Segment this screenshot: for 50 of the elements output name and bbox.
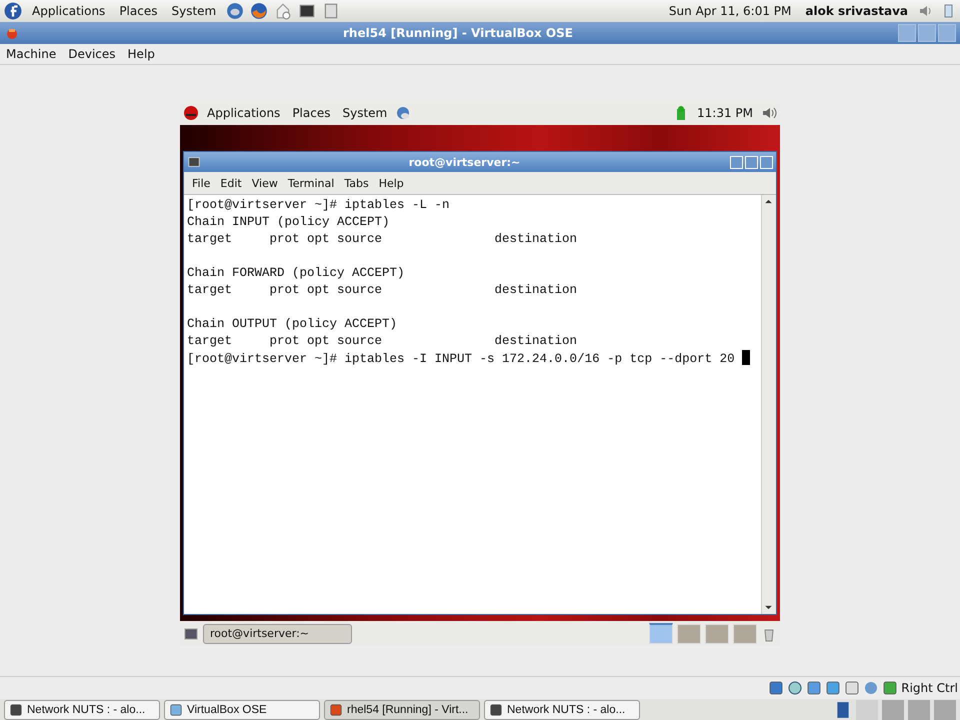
menu-item[interactable]: Help [124, 47, 159, 61]
taskbar-button[interactable]: VirtualBox OSE [164, 700, 320, 720]
browser-icon [250, 2, 268, 20]
menu-item[interactable]: Terminal [284, 176, 338, 190]
menu-item[interactable]: Places [288, 106, 334, 120]
menu-item[interactable]: File [188, 176, 214, 190]
workspace-button[interactable] [649, 623, 673, 644]
host-key-label: Right Ctrl [901, 681, 958, 695]
close-button[interactable] [938, 24, 956, 42]
menu-item[interactable]: View [248, 176, 282, 190]
menu-item[interactable]: Applications [28, 4, 110, 18]
app-icon [169, 703, 183, 717]
menu-item[interactable]: Help [374, 176, 408, 190]
terminal-line: target prot opt source destination [187, 231, 578, 248]
taskbar-button[interactable]: root@virtserver:~ [203, 624, 352, 644]
taskbar-button[interactable]: Network NUTS : - alo... [4, 700, 160, 720]
taskbar-button[interactable]: rhel54 [Running] - Virt... [324, 700, 480, 720]
clock[interactable]: Sun Apr 11, 6:01 PM [664, 4, 796, 18]
taskbar-button[interactable]: Network NUTS : - alo... [484, 700, 640, 720]
user-name[interactable]: alok srivastava [801, 4, 912, 18]
window-title: rhel54 [Running] - VirtualBox OSE [342, 26, 574, 40]
menu-item[interactable]: Devices [64, 47, 120, 61]
terminal-icon [187, 155, 201, 169]
window-title: root@virtserver:~ [408, 156, 522, 168]
fedora-logo-icon [4, 2, 22, 20]
terminal-line: [root@virtserver ~]# iptables -I INPUT -s 172.24.0.0/16 -p tcp --dport 20 [187, 352, 736, 366]
menu-item[interactable]: Applications [203, 106, 284, 120]
app-icon [489, 703, 503, 717]
app-icon [329, 703, 343, 717]
app-icon [9, 703, 23, 717]
menu-item[interactable]: Machine [2, 47, 60, 61]
menu-item[interactable]: System [338, 106, 392, 120]
scrollbar[interactable] [761, 195, 776, 614]
clock[interactable]: 11:31 PM [693, 106, 757, 120]
terminal-line: Chain OUTPUT (policy ACCEPT) [187, 316, 398, 333]
terminal-icon [298, 2, 316, 20]
terminal-line: [root@virtserver ~]# iptables -L -n [187, 197, 451, 214]
minimize-button[interactable] [898, 24, 916, 42]
menu-item[interactable]: Tabs [340, 176, 373, 190]
menu-item[interactable]: Edit [216, 176, 246, 190]
menu-item[interactable]: Places [115, 4, 162, 18]
terminal-line: target prot opt source destination [187, 333, 578, 350]
terminal-line: Chain FORWARD (policy ACCEPT) [187, 265, 406, 282]
terminal-line: target prot opt source destination [187, 282, 578, 299]
maximize-button[interactable] [918, 24, 936, 42]
volume-icon [761, 105, 777, 121]
text-cursor [742, 350, 750, 365]
show-desktop-icon [183, 626, 199, 642]
terminal-line: Chain INPUT (policy ACCEPT) [187, 214, 391, 231]
menu-item[interactable]: System [167, 4, 220, 18]
